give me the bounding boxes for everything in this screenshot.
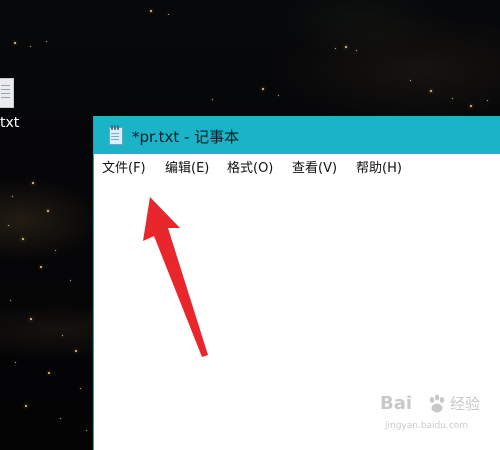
desktop-icon-label: txt [0,115,20,131]
desktop-text-file[interactable]: txt [0,76,22,136]
menu-file[interactable]: 文件(F) [102,157,146,176]
notepad-icon [107,124,123,145]
watermark-brand: Bai [380,393,413,414]
watermark-sub: 经验 [450,395,481,413]
menu-format[interactable]: 格式(O) [227,157,273,176]
text-file-icon [0,78,14,108]
paw-logo-icon [429,394,445,413]
menu-view[interactable]: 查看(V) [292,157,337,176]
window-title: *pr.txt - 记事本 [132,128,240,146]
menu-edit[interactable]: 编辑(E) [165,157,209,176]
title-bar[interactable]: *pr.txt - 记事本 [94,116,500,154]
menu-bar: 文件(F) 编辑(E) 格式(O) 查看(V) 帮助(H) [94,154,500,180]
baidu-watermark: Bai 经验 jingyan.baidu.com [380,393,495,441]
menu-help[interactable]: 帮助(H) [356,157,402,176]
watermark-url: jingyan.baidu.com [385,421,469,431]
